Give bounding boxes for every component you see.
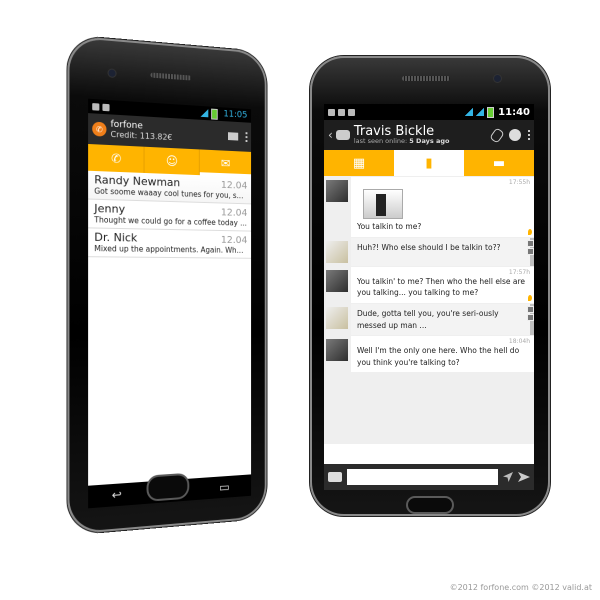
avatar <box>326 339 348 361</box>
tab-dialpad[interactable]: ▦ <box>324 150 394 176</box>
tab-contact-card[interactable]: ▮ <box>394 150 464 176</box>
message-time: 17:55h <box>509 178 530 187</box>
list-item[interactable]: Jenny 12.04 Thought we could go for a co… <box>88 200 251 232</box>
message-text: Huh?! Who else should I be talkin to?? <box>357 243 501 252</box>
delivered-check-icon <box>527 306 534 313</box>
conversation-name: Dr. Nick <box>94 231 137 245</box>
forfone-logo-icon: ✆ <box>92 122 106 137</box>
front-camera-icon <box>109 69 116 77</box>
chat-thread: 17:55h You talkin to me? Huh?! Who else … <box>324 176 534 444</box>
location-arrow-icon[interactable] <box>503 472 513 482</box>
battery-icon <box>211 108 218 119</box>
read-check-icon <box>527 314 534 321</box>
avatar <box>326 270 348 292</box>
status-time: 11:40 <box>498 107 530 118</box>
signal-icon <box>476 108 484 116</box>
chat-icon: ▬ <box>493 156 505 171</box>
copyright-text: ©2012 forfone.com ©2012 valid.at <box>450 583 592 592</box>
signal-icon <box>201 109 209 117</box>
conversation-time: 12.04 <box>221 207 248 218</box>
chat-message: 17:55h You talkin to me? <box>324 177 534 237</box>
left-screen: 11:05 ✆ forfone Credit: 113.82€ ✆ ☺ ✉ Ra… <box>88 99 251 509</box>
earpiece-speaker <box>150 72 191 80</box>
home-button[interactable] <box>148 475 187 500</box>
overflow-menu-icon[interactable] <box>528 130 530 140</box>
conversation-time: 12.04 <box>221 235 248 246</box>
message-time: 17:57h <box>509 268 530 277</box>
chat-header: ‹ Travis Bickle last seen online: 5 Days… <box>324 120 534 150</box>
wifi-icon <box>465 108 473 116</box>
emoji-icon[interactable] <box>509 129 521 141</box>
avatar <box>326 307 348 329</box>
camera-icon[interactable] <box>328 472 342 482</box>
recent-apps-icon[interactable]: ▭ <box>219 480 230 495</box>
location-pin-icon <box>528 229 532 235</box>
right-screen: 11:40 ‹ Travis Bickle last seen online: … <box>324 104 534 490</box>
chat-message: 17:57h You talkin' to me? Then who the h… <box>324 267 534 303</box>
photo-attachment[interactable] <box>363 189 403 219</box>
usb-icon <box>102 103 109 111</box>
earpiece-speaker <box>402 76 450 81</box>
left-phone: 11:05 ✆ forfone Credit: 113.82€ ✆ ☺ ✉ Ra… <box>67 35 266 535</box>
checkbox-notification-icon <box>338 109 345 116</box>
last-seen-label: last seen online: 5 Days ago <box>354 138 450 145</box>
credit-label: Credit: 113.82€ <box>111 130 173 142</box>
android-debug-icon <box>92 103 99 111</box>
tab-calls[interactable]: ✆ <box>88 144 145 173</box>
send-icon[interactable] <box>518 472 530 482</box>
mail-icon: ✉ <box>221 156 230 170</box>
chat-message: Huh?! Who else should I be talkin to?? <box>324 238 534 266</box>
status-time: 11:05 <box>223 109 247 120</box>
message-input[interactable] <box>347 469 498 485</box>
message-text: Well I'm the only one here. Who the hell… <box>357 346 519 367</box>
email-notification-icon <box>348 109 355 116</box>
message-composer <box>324 464 534 490</box>
chat-tab-bar: ▦ ▮ ▬ <box>324 150 534 176</box>
avatar <box>326 241 348 263</box>
right-phone: 11:40 ‹ Travis Bickle last seen online: … <box>310 56 550 516</box>
battery-icon <box>487 107 494 118</box>
overflow-menu-icon[interactable] <box>246 132 248 142</box>
contact-name: Travis Bickle <box>354 125 450 139</box>
tab-chat[interactable]: ▬ <box>464 150 534 176</box>
message-text: You talkin' to me? Then who the hell els… <box>357 277 525 298</box>
notification-icon <box>328 109 335 116</box>
message-text: You talkin to me? <box>357 222 421 231</box>
avatar <box>326 180 348 202</box>
conversation-name: Jenny <box>94 202 125 216</box>
home-button[interactable] <box>408 498 452 512</box>
right-status-bar: 11:40 <box>324 104 534 120</box>
conversation-list: Randy Newman 12.04 Got soome waaay cool … <box>88 171 251 259</box>
front-camera-icon <box>494 75 501 82</box>
dialpad-icon: ▦ <box>353 156 365 171</box>
contacts-icon: ☺ <box>166 154 178 169</box>
delivered-check-icon <box>527 240 534 247</box>
location-pin-icon <box>528 295 532 301</box>
compose-mail-icon[interactable] <box>228 132 238 140</box>
chat-message: 18:04h Well I'm the only one here. Who t… <box>324 336 534 372</box>
list-item[interactable]: Dr. Nick 12.04 Mixed up the appointments… <box>88 228 251 258</box>
message-time: 18:04h <box>509 337 530 346</box>
message-text: Dude, gotta tell you, you're seri-ously … <box>357 309 499 330</box>
contact-card-icon: ▮ <box>425 156 432 171</box>
back-chevron-icon[interactable]: ‹ <box>328 128 333 142</box>
tab-contacts[interactable]: ☺ <box>145 147 200 175</box>
chat-bubble-icon <box>336 130 350 140</box>
phone-icon: ✆ <box>111 151 121 166</box>
attachment-icon[interactable] <box>489 127 505 143</box>
tab-messages[interactable]: ✉ <box>199 149 251 177</box>
chat-message: Dude, gotta tell you, you're seri-ously … <box>324 304 534 335</box>
back-icon[interactable]: ↩ <box>112 487 122 502</box>
read-check-icon <box>527 248 534 255</box>
conversation-preview: Mixed up the appointments. Again. When d… <box>94 244 247 255</box>
